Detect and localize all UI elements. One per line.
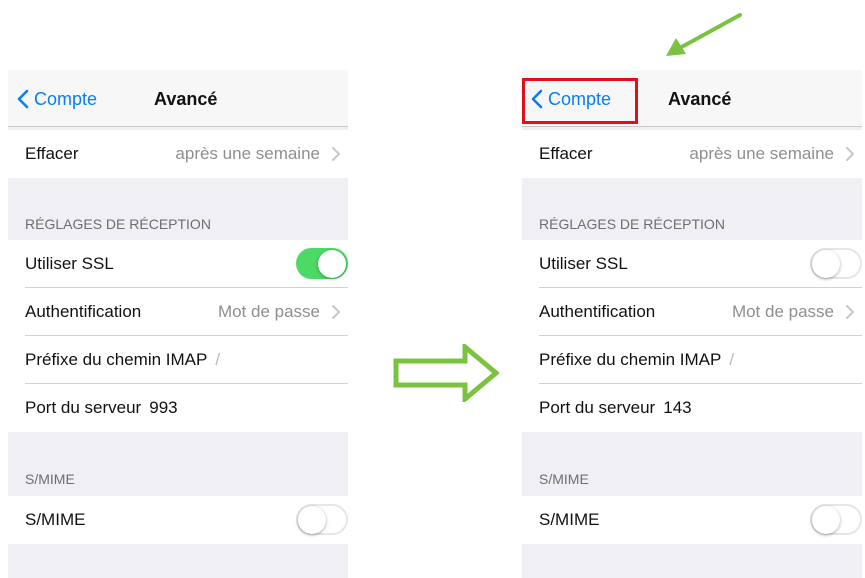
section-header-receive: RÉGLAGES DE RÉCEPTION	[25, 216, 211, 232]
smime-toggle[interactable]	[810, 504, 862, 535]
settings-screen-before: Compte Avancé Effacer après une semaine …	[8, 70, 348, 578]
auth-label: Authentification	[25, 302, 142, 321]
auth-value: Mot de passe	[731, 302, 834, 321]
delete-value: après une semaine	[689, 144, 834, 163]
ssl-toggle[interactable]	[810, 248, 862, 279]
auth-label: Authentification	[539, 302, 656, 321]
chevron-right-icon	[846, 147, 854, 161]
imap-prefix-value: /	[215, 350, 221, 369]
toggle-knob	[298, 506, 326, 534]
server-port-label: Port du serveur	[539, 398, 656, 417]
back-button-label: Compte	[34, 88, 98, 109]
chevron-right-icon	[332, 147, 340, 161]
server-port-value: 143	[663, 398, 692, 417]
outline-right-arrow-icon	[393, 344, 499, 402]
section-header-smime: S/MIME	[25, 471, 75, 487]
server-port-row[interactable]: Port du serveur 993	[8, 384, 348, 432]
delete-value: après une semaine	[175, 144, 320, 163]
smime-toggle[interactable]	[296, 504, 348, 535]
page-title: Avancé	[668, 89, 732, 109]
server-port-value: 993	[149, 398, 178, 417]
section-header-smime: S/MIME	[539, 471, 589, 487]
smime-row: S/MIME	[8, 496, 348, 544]
ssl-row: Utiliser SSL	[8, 240, 348, 288]
toggle-knob	[318, 249, 346, 278]
ssl-toggle[interactable]	[296, 248, 348, 279]
toggle-knob	[812, 250, 840, 278]
imap-prefix-value: /	[729, 350, 735, 369]
navigation-bar: Compte Avancé	[8, 70, 348, 127]
delete-label: Effacer	[25, 144, 79, 163]
auth-row[interactable]: Authentification Mot de passe	[8, 288, 348, 336]
server-port-label: Port du serveur	[25, 398, 142, 417]
navigation-bar: Compte Avancé	[522, 70, 862, 127]
ssl-row: Utiliser SSL	[522, 240, 862, 288]
imap-prefix-row[interactable]: Préfixe du chemin IMAP /	[522, 336, 862, 384]
delete-label: Effacer	[539, 144, 593, 163]
smime-row: S/MIME	[522, 496, 862, 544]
chevron-left-icon	[17, 89, 29, 109]
auth-row[interactable]: Authentification Mot de passe	[522, 288, 862, 336]
chevron-right-icon	[846, 305, 854, 319]
smime-label: S/MIME	[25, 510, 86, 529]
imap-prefix-row[interactable]: Préfixe du chemin IMAP /	[8, 336, 348, 384]
smime-label: S/MIME	[539, 510, 600, 529]
ssl-label: Utiliser SSL	[539, 254, 628, 273]
back-button[interactable]: Compte	[16, 84, 97, 114]
diagonal-pointer-arrow-icon	[666, 13, 742, 56]
settings-screen-after: Compte Avancé Effacer après une semaine …	[522, 70, 862, 578]
section-header-receive: RÉGLAGES DE RÉCEPTION	[539, 216, 725, 232]
auth-value: Mot de passe	[217, 302, 320, 321]
toggle-knob	[812, 506, 840, 534]
imap-prefix-label: Préfixe du chemin IMAP	[539, 350, 722, 369]
chevron-right-icon	[332, 305, 340, 319]
delete-row[interactable]: Effacer après une semaine	[8, 130, 348, 178]
highlight-box	[522, 78, 638, 124]
page-title: Avancé	[154, 89, 218, 109]
delete-row[interactable]: Effacer après une semaine	[522, 130, 862, 178]
imap-prefix-label: Préfixe du chemin IMAP	[25, 350, 208, 369]
server-port-row[interactable]: Port du serveur 143	[522, 384, 862, 432]
ssl-label: Utiliser SSL	[25, 254, 114, 273]
